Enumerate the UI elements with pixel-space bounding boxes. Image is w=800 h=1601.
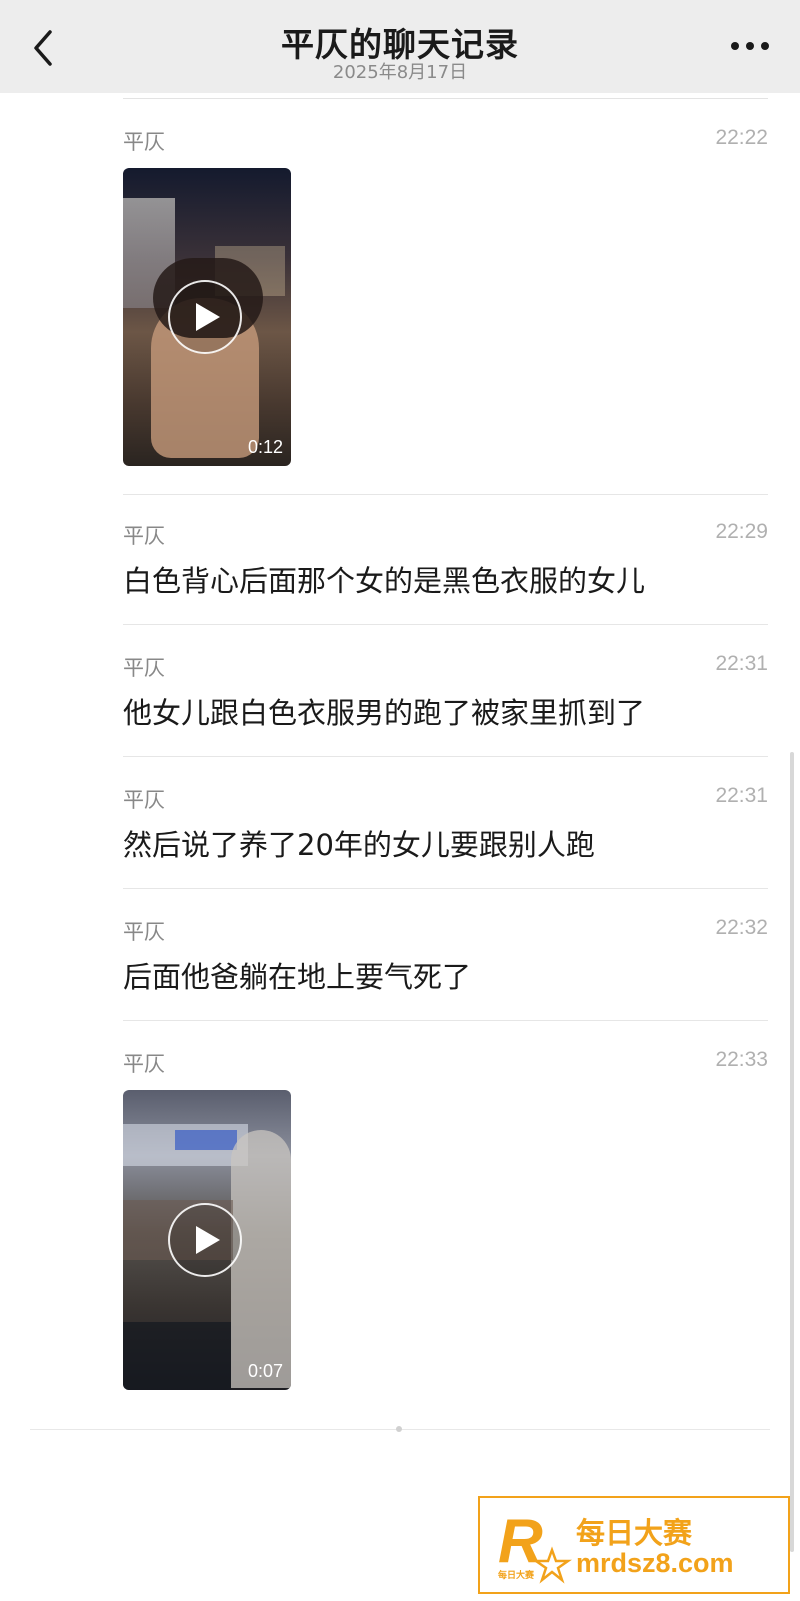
message-divider [123, 624, 768, 625]
message-text: 白色背心后面那个女的是黑色衣服的女儿 [123, 564, 646, 598]
play-button[interactable] [168, 280, 242, 354]
scrollbar[interactable] [790, 752, 794, 1552]
svg-text:R: R [498, 1507, 543, 1576]
sender-name: 平仄 [123, 1052, 165, 1076]
chat-date: 2025年8月17日 [332, 62, 468, 83]
message-time: 22:33 [715, 1048, 768, 1071]
sender-name: 平仄 [123, 130, 165, 154]
message-divider [123, 494, 768, 495]
sender-name: 平仄 [123, 524, 165, 548]
svg-text:每日大赛: 每日大赛 [498, 1569, 535, 1581]
message-time: 22:32 [715, 916, 768, 939]
sender-name: 平仄 [123, 920, 165, 944]
video-thumbnail[interactable]: 0:12 [123, 168, 291, 466]
play-icon [196, 303, 220, 331]
message-divider [123, 888, 768, 889]
message-divider [123, 1020, 768, 1021]
brand-logo: R 每日大赛 [498, 1507, 572, 1584]
message-divider [123, 756, 768, 757]
message-text: 后面他爸躺在地上要气死了 [123, 960, 472, 994]
play-icon [196, 1226, 220, 1254]
message-time: 22:29 [715, 520, 768, 543]
video-duration: 0:07 [247, 1361, 283, 1381]
message-time: 22:22 [715, 126, 768, 149]
watermark: R 每日大赛 每日大赛 mrdsz8.com [478, 1496, 790, 1594]
video-duration: 0:12 [247, 437, 283, 457]
message-text: 然后说了养了20年的女儿要跟别人跑 [123, 828, 595, 862]
play-button[interactable] [168, 1203, 242, 1277]
message-time: 22:31 [715, 784, 768, 807]
message-text: 他女儿跟白色衣服男的跑了被家里抓到了 [123, 696, 646, 730]
message-time: 22:31 [715, 652, 768, 675]
sender-name: 平仄 [123, 788, 165, 812]
divider [123, 98, 768, 99]
watermark-brand: 每日大赛 [576, 1516, 693, 1550]
watermark-url: mrdsz8.com [576, 1548, 734, 1578]
end-of-list-dot [396, 1426, 402, 1432]
more-dots-icon[interactable] [730, 38, 770, 54]
sender-name: 平仄 [123, 656, 165, 680]
video-thumbnail[interactable]: 0:07 [123, 1090, 291, 1390]
top-navigation-bar: 平仄的聊天记录 2025年8月17日 [0, 0, 800, 93]
